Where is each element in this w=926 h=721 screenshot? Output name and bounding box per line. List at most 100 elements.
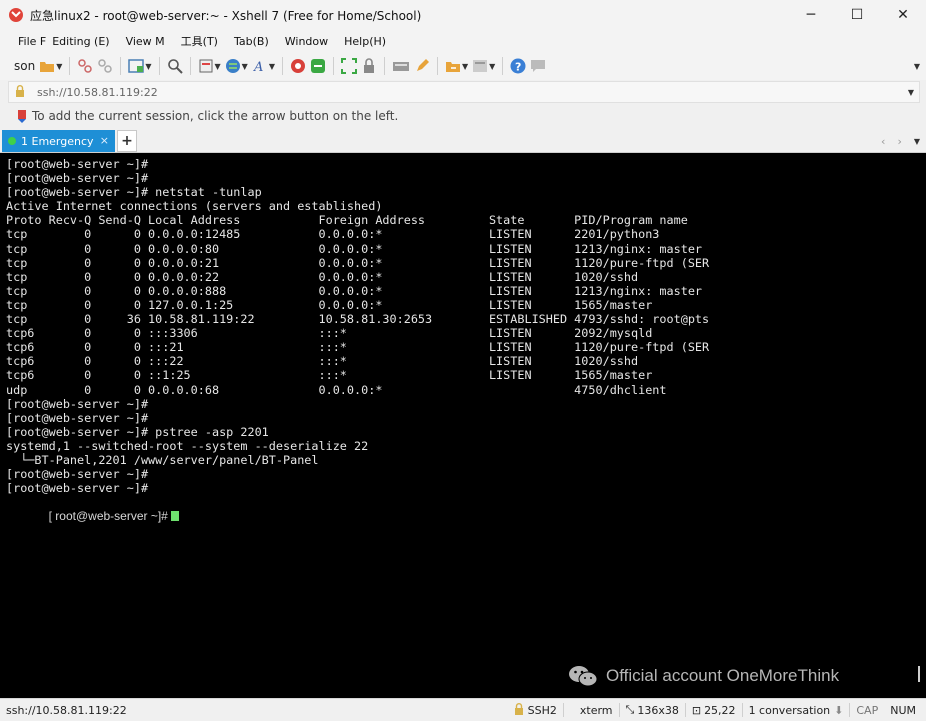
properties-icon[interactable]: ▼ <box>198 56 221 76</box>
terminal-line: tcp 0 36 10.58.81.119:22 10.58.81.30:265… <box>6 312 710 327</box>
tab-close-icon[interactable]: × <box>100 134 109 147</box>
chat-icon[interactable] <box>530 56 546 76</box>
lock-icon <box>15 84 31 100</box>
keyboard-icon[interactable] <box>392 56 410 76</box>
status-divider <box>618 703 620 717</box>
toolbar-divider <box>189 57 191 75</box>
status-divider <box>849 703 851 717</box>
svg-text:?: ? <box>515 61 521 74</box>
terminal-line: tcp 0 0 0.0.0.0:21 0.0.0.0:* LISTEN 1120… <box>6 255 710 270</box>
globe-icon[interactable]: ▼ <box>225 56 248 76</box>
xshell-logo-icon <box>9 8 23 22</box>
terminal-line: Active Internet connections (servers and… <box>6 199 383 214</box>
terminal-line: tcp 0 0 0.0.0.0:22 0.0.0.0:* LISTEN 1020… <box>6 269 639 284</box>
terminal-line: [root@web-server ~]# netstat -tunlap <box>6 185 262 200</box>
toolbar-divider <box>281 57 283 75</box>
status-terminal-type: xterm <box>579 703 613 717</box>
session-arrow-icon[interactable]: ⬇ <box>834 704 843 717</box>
layout-icon[interactable]: ▼ <box>472 56 495 76</box>
tab-navigation: ‹ › ▼ <box>875 130 926 152</box>
terminal-output: [root@web-server ~]# [root@web-server ~]… <box>0 157 710 523</box>
terminal-line: tcp6 0 0 :::21 :::* LISTEN 1120/pure-ftp… <box>6 340 710 355</box>
toolbar-divider <box>383 57 385 75</box>
search-icon[interactable] <box>167 56 183 76</box>
status-divider <box>562 703 564 717</box>
add-session-arrow-icon[interactable] <box>18 110 28 123</box>
menu-file[interactable]: File F <box>0 35 50 48</box>
session-button[interactable]: son <box>14 56 35 76</box>
xftp-icon[interactable] <box>310 56 326 76</box>
menu-edit[interactable]: Editing (E) <box>50 35 117 48</box>
fullscreen-icon[interactable] <box>340 56 357 76</box>
title-bar: 应急linux2 - root@web-server:~ - Xshell 7 … <box>0 0 926 30</box>
maximize-button[interactable]: ☐ <box>834 0 880 30</box>
terminal-view[interactable]: [root@web-server ~]# [root@web-server ~]… <box>0 153 926 698</box>
terminal-line: udp 0 0 0.0.0.0:68 0.0.0.0:* 4750/dhclie… <box>6 382 667 397</box>
add-tab-button[interactable]: + <box>117 130 137 152</box>
terminal-line: Proto Recv-Q Send-Q Local Address Foreig… <box>6 213 688 228</box>
menu-tools[interactable]: 工具(T) <box>173 33 226 49</box>
xshell-icon[interactable] <box>290 56 306 76</box>
terminal-prompt: [ root@web-server ~]# <box>48 509 172 524</box>
tab-next-icon[interactable]: › <box>897 135 901 148</box>
open-folder-icon[interactable]: ▼ <box>39 56 62 76</box>
status-bar: ssh://10.58.81.119:22 SSH2 xterm ⤡ 136x3… <box>0 698 926 721</box>
terminal-line: tcp6 0 0 ::1:25 :::* LISTEN 1565/master <box>6 368 653 383</box>
compose-icon[interactable] <box>414 56 430 76</box>
status-num: NUM <box>890 703 916 717</box>
address-value: ssh://10.58.81.119:22 <box>37 85 158 99</box>
terminal-line: tcp 0 0 0.0.0.0:80 0.0.0.0:* LISTEN 1213… <box>6 241 703 256</box>
disconnect-icon[interactable] <box>97 56 113 76</box>
terminal-line: [root@web-server ~]# <box>6 396 149 411</box>
tab-list-icon[interactable]: ▼ <box>914 137 920 146</box>
terminal-line: [root@web-server ~]# <box>6 171 149 186</box>
toolbar-overflow-icon[interactable]: ▼ <box>913 56 920 76</box>
size-icon: ⤡ <box>625 703 635 716</box>
address-bar[interactable]: ssh://10.58.81.119:22 ▼ <box>8 81 920 103</box>
close-button[interactable]: ✕ <box>880 0 926 30</box>
terminal-line: [root@web-server ~]# <box>6 157 149 171</box>
terminal-prompt-line[interactable]: [ root@web-server ~]# <box>0 495 709 523</box>
terminal-cursor <box>171 511 180 522</box>
transfer-icon[interactable]: ▼ <box>445 56 468 76</box>
toolbar-divider <box>158 57 160 75</box>
menu-bar: File F Editing (E) View M 工具(T) Tab(B) W… <box>0 30 926 52</box>
menu-view[interactable]: View M <box>118 35 173 48</box>
menu-help[interactable]: Help(H) <box>336 35 394 48</box>
terminal-line: └─BT-Panel,2201 /www/server/panel/BT-Pan… <box>6 452 319 467</box>
terminal-line: [root@web-server ~]# <box>6 467 149 482</box>
minimize-button[interactable]: ─ <box>788 0 834 30</box>
terminal-line: tcp 0 0 127.0.0.1:25 0.0.0.0:* LISTEN 15… <box>6 297 653 312</box>
status-divider <box>741 703 743 717</box>
tab-emergency[interactable]: 1 Emergency × <box>2 130 115 152</box>
reconnect-icon[interactable] <box>77 56 93 76</box>
status-sessions: 1 conversation <box>748 703 831 717</box>
ssh-lock-icon <box>514 702 524 718</box>
address-dropdown-icon[interactable]: ▼ <box>908 88 914 97</box>
terminal-line: [root@web-server ~]# <box>6 410 149 425</box>
help-icon[interactable]: ? <box>510 56 526 76</box>
terminal-line: [root@web-server ~]# pstree -asp 2201 <box>6 424 269 439</box>
status-size: 136x38 <box>637 703 679 717</box>
toolbar-divider <box>69 57 71 75</box>
terminal-scrollbar[interactable] <box>918 666 920 682</box>
lock-screen-icon[interactable] <box>361 56 377 76</box>
toolbar-divider <box>502 57 504 75</box>
font-icon[interactable]: A ▼ <box>252 56 275 76</box>
terminal-line: [root@web-server ~]# <box>6 481 149 496</box>
toolbar: son ▼ ▼ ▼ ▼ A ▼ ▼ ▼ ? ▼ <box>0 52 926 80</box>
hint-text: To add the current session, click the ar… <box>32 109 399 123</box>
tab-label: 1 Emergency <box>21 134 94 148</box>
status-address: ssh://10.58.81.119:22 <box>6 703 127 717</box>
terminal-line: tcp 0 0 0.0.0.0:12485 0.0.0.0:* LISTEN 2… <box>6 227 660 242</box>
watermark: Official account OneMoreThink <box>568 664 839 688</box>
terminal-line: systemd,1 --switched-root --system --des… <box>6 438 369 453</box>
toolbar-divider <box>332 57 334 75</box>
position-icon: ⊡ <box>691 703 702 717</box>
session-hint-bar: To add the current session, click the ar… <box>0 104 926 128</box>
toolbar-divider <box>120 57 122 75</box>
menu-tab[interactable]: Tab(B) <box>226 35 277 48</box>
menu-window[interactable]: Window <box>277 35 336 48</box>
new-tab-icon[interactable]: ▼ <box>128 56 152 76</box>
tab-prev-icon[interactable]: ‹ <box>881 135 885 148</box>
